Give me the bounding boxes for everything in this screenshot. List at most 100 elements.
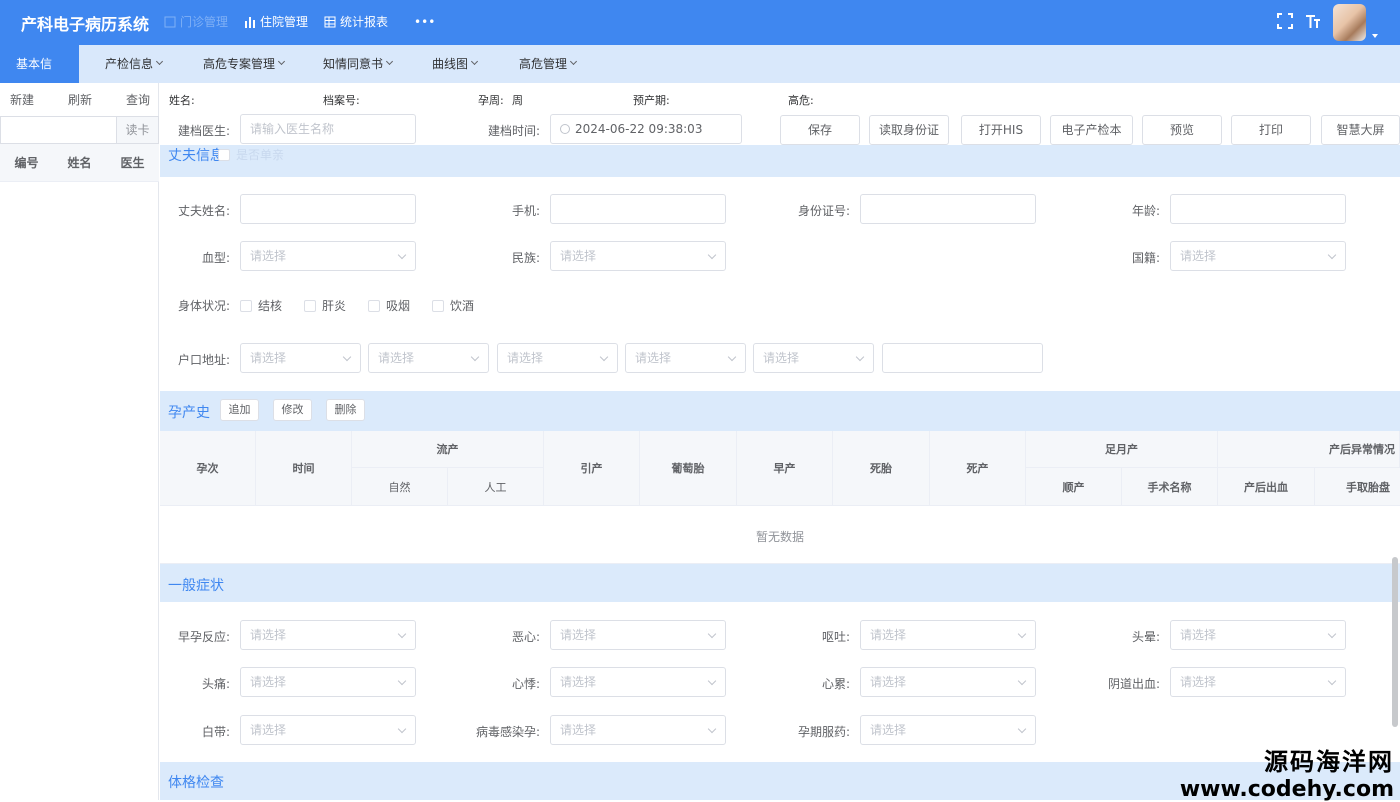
- drinking-checkbox[interactable]: 饮酒: [432, 297, 474, 314]
- single-parent-label: 是否单亲: [236, 148, 285, 162]
- create-time-input[interactable]: 2024-06-22 09:38:03: [550, 114, 742, 144]
- vaginal-bleeding-select[interactable]: 请选择: [1170, 667, 1346, 697]
- delete-button[interactable]: 删除: [326, 399, 365, 421]
- blood-type-select[interactable]: 请选择: [240, 241, 416, 271]
- fatigue-label: 心累:: [821, 677, 850, 691]
- due-date-label: 预产期:: [633, 94, 670, 107]
- query-button[interactable]: 查询: [126, 91, 150, 108]
- column-header-name[interactable]: 姓名: [53, 144, 106, 181]
- avatar[interactable]: [1333, 4, 1366, 41]
- palpitation-select[interactable]: 请选择: [550, 667, 726, 697]
- tab-prenatal[interactable]: 产检信息: [105, 45, 164, 83]
- more-label: •••: [414, 14, 436, 29]
- edit-button[interactable]: 修改: [273, 399, 312, 421]
- dizziness-select[interactable]: 请选择: [1170, 620, 1346, 650]
- vomiting-select[interactable]: 请选择: [860, 620, 1036, 650]
- fatigue-select[interactable]: 请选择: [860, 667, 1036, 697]
- tab-high-risk-case[interactable]: 高危专案管理: [203, 45, 286, 83]
- single-parent-checkbox[interactable]: 是否单亲: [218, 146, 284, 163]
- tab-curve[interactable]: 曲线图: [432, 45, 479, 83]
- patient-info-bar: 姓名: 档案号: 孕周: 周 预产期: 高危:: [160, 83, 1400, 113]
- e-prenatal-book-button[interactable]: 电子产检本: [1050, 115, 1133, 145]
- dizziness-label: 头晕:: [1131, 630, 1160, 644]
- print-button[interactable]: 打印: [1231, 115, 1311, 145]
- nausea-select[interactable]: 请选择: [550, 620, 726, 650]
- hepatitis-checkbox[interactable]: 肝炎: [304, 297, 346, 314]
- leukorrhea-select[interactable]: 请选择: [240, 715, 416, 745]
- nav-outpatient-label: 门诊管理: [180, 15, 229, 29]
- viral-infection-label: 病毒感染孕:: [475, 725, 540, 739]
- symptoms-section-title: 一般症状: [168, 578, 224, 594]
- header-mole: 葡萄胎: [640, 431, 737, 506]
- morning-sickness-select[interactable]: 请选择: [240, 620, 416, 650]
- hepatitis-label: 肝炎: [322, 299, 347, 313]
- header-full-term: 足月产: [1026, 431, 1218, 468]
- sidebar-toolbar: 新建 刷新 查询: [10, 91, 150, 108]
- doctor-input[interactable]: 请输入医生名称: [240, 114, 416, 144]
- nav-more[interactable]: •••: [404, 13, 435, 30]
- tab-basic-info[interactable]: 基本信息: [0, 45, 79, 109]
- save-button[interactable]: 保存: [780, 115, 860, 145]
- nav-outpatient[interactable]: 门诊管理: [164, 13, 228, 30]
- id-number-input[interactable]: [860, 194, 1036, 224]
- address-community-select[interactable]: 请选择: [753, 343, 874, 373]
- preview-button[interactable]: 预览: [1142, 115, 1222, 145]
- headache-select[interactable]: 请选择: [240, 667, 416, 697]
- watermark-url: www.codehy.com: [1179, 777, 1394, 802]
- phone-input[interactable]: [550, 194, 726, 224]
- nationality-select[interactable]: 请选择: [1170, 241, 1346, 271]
- create-time-value: 2024-06-22 09:38:03: [575, 122, 703, 136]
- append-button[interactable]: 追加: [220, 399, 259, 421]
- address-street-select[interactable]: 请选择: [625, 343, 746, 373]
- symptoms-section-header: 一般症状: [160, 564, 1400, 602]
- vertical-scrollbar[interactable]: [1392, 557, 1398, 727]
- gestational-week-value: 周: [512, 94, 523, 107]
- header-surgery-name: 手术名称: [1122, 468, 1218, 506]
- smoking-checkbox[interactable]: 吸烟: [368, 297, 410, 314]
- nationality-label: 国籍:: [1131, 251, 1160, 265]
- open-his-button[interactable]: 打开HIS: [961, 115, 1041, 145]
- refresh-button[interactable]: 刷新: [68, 91, 92, 108]
- address-label: 户口地址:: [177, 353, 230, 367]
- new-button[interactable]: 新建: [10, 91, 34, 108]
- address-district-select[interactable]: 请选择: [497, 343, 618, 373]
- husband-name-input[interactable]: [240, 194, 416, 224]
- ethnicity-label: 民族:: [511, 251, 540, 265]
- vaginal-bleeding-label: 阴道出血:: [1107, 677, 1160, 691]
- chevron-down-icon[interactable]: [1372, 33, 1378, 38]
- medication-select[interactable]: 请选择: [860, 715, 1036, 745]
- husband-section-title: 丈夫信息: [168, 148, 224, 164]
- address-province-select[interactable]: 请选择: [240, 343, 361, 373]
- chevron-down-icon: [707, 724, 717, 734]
- viral-infection-select[interactable]: 请选择: [550, 715, 726, 745]
- tab-high-risk-mgmt[interactable]: 高危管理: [519, 45, 578, 83]
- chevron-down-icon: [155, 57, 164, 66]
- age-input[interactable]: [1170, 194, 1346, 224]
- checkbox-icon: [432, 299, 444, 312]
- column-header-id[interactable]: 编号: [0, 144, 53, 181]
- card-search-input[interactable]: 读卡: [0, 116, 159, 144]
- column-header-doctor[interactable]: 医生: [106, 144, 159, 181]
- checkbox-icon: [218, 148, 230, 161]
- address-detail-input[interactable]: [882, 343, 1043, 373]
- fullscreen-icon[interactable]: [1277, 13, 1293, 32]
- ethnicity-select[interactable]: 请选择: [550, 241, 726, 271]
- tuberculosis-checkbox[interactable]: 结核: [240, 297, 282, 314]
- tab-curve-label: 曲线图: [432, 57, 469, 71]
- nav-reports[interactable]: 统计报表: [324, 13, 388, 30]
- read-card-button[interactable]: 读卡: [116, 117, 158, 143]
- name-label: 姓名:: [169, 94, 195, 107]
- chevron-down-icon: [855, 352, 865, 362]
- husband-name-label: 丈夫姓名:: [177, 204, 230, 218]
- header-pregnancy: 孕次: [160, 431, 256, 506]
- medication-label: 孕期服药:: [797, 725, 850, 739]
- nausea-label: 恶心:: [511, 630, 540, 644]
- nav-inpatient[interactable]: 住院管理: [244, 13, 308, 30]
- smart-screen-button[interactable]: 智慧大屏: [1321, 115, 1400, 145]
- tab-consent[interactable]: 知情同意书: [323, 45, 394, 83]
- header-dead-birth: 死产: [930, 431, 1026, 506]
- read-id-card-button[interactable]: 读取身份证: [869, 115, 949, 145]
- address-city-select[interactable]: 请选择: [368, 343, 489, 373]
- top-nav: 门诊管理 住院管理 统计报表 •••: [164, 13, 435, 30]
- font-size-icon[interactable]: [1305, 13, 1321, 32]
